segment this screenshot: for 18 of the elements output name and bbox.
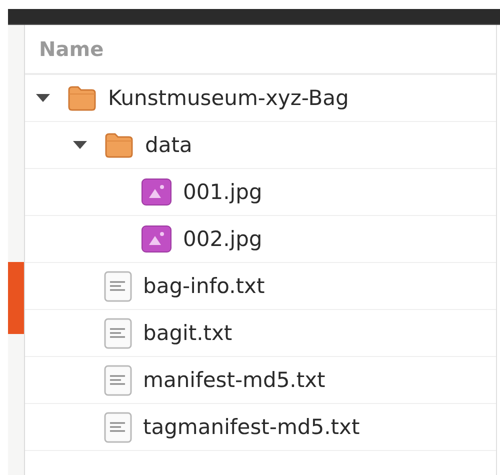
text-file-icon xyxy=(104,412,132,442)
text-file-icon xyxy=(104,364,132,396)
file-name[interactable]: bag-info.txt xyxy=(143,274,265,298)
file-name[interactable]: tagmanifest-md5.txt xyxy=(143,415,360,439)
text-file-icon xyxy=(104,270,132,302)
file-name[interactable]: 002.jpg xyxy=(183,227,262,251)
image-file-icon xyxy=(141,225,172,253)
folder-icon xyxy=(104,132,134,158)
file-name[interactable]: Kunstmuseum-xyz-Bag xyxy=(108,86,349,110)
selection-marker xyxy=(8,262,24,334)
column-header-label: Name xyxy=(39,37,104,61)
file-name[interactable]: data xyxy=(145,133,192,157)
text-file-icon xyxy=(104,318,132,348)
file-name[interactable]: 001.jpg xyxy=(183,180,262,204)
file-name[interactable]: bagit.txt xyxy=(143,321,232,345)
image-file-icon xyxy=(141,178,172,206)
file-name[interactable]: manifest-md5.txt xyxy=(143,368,326,392)
folder-icon xyxy=(67,85,97,111)
